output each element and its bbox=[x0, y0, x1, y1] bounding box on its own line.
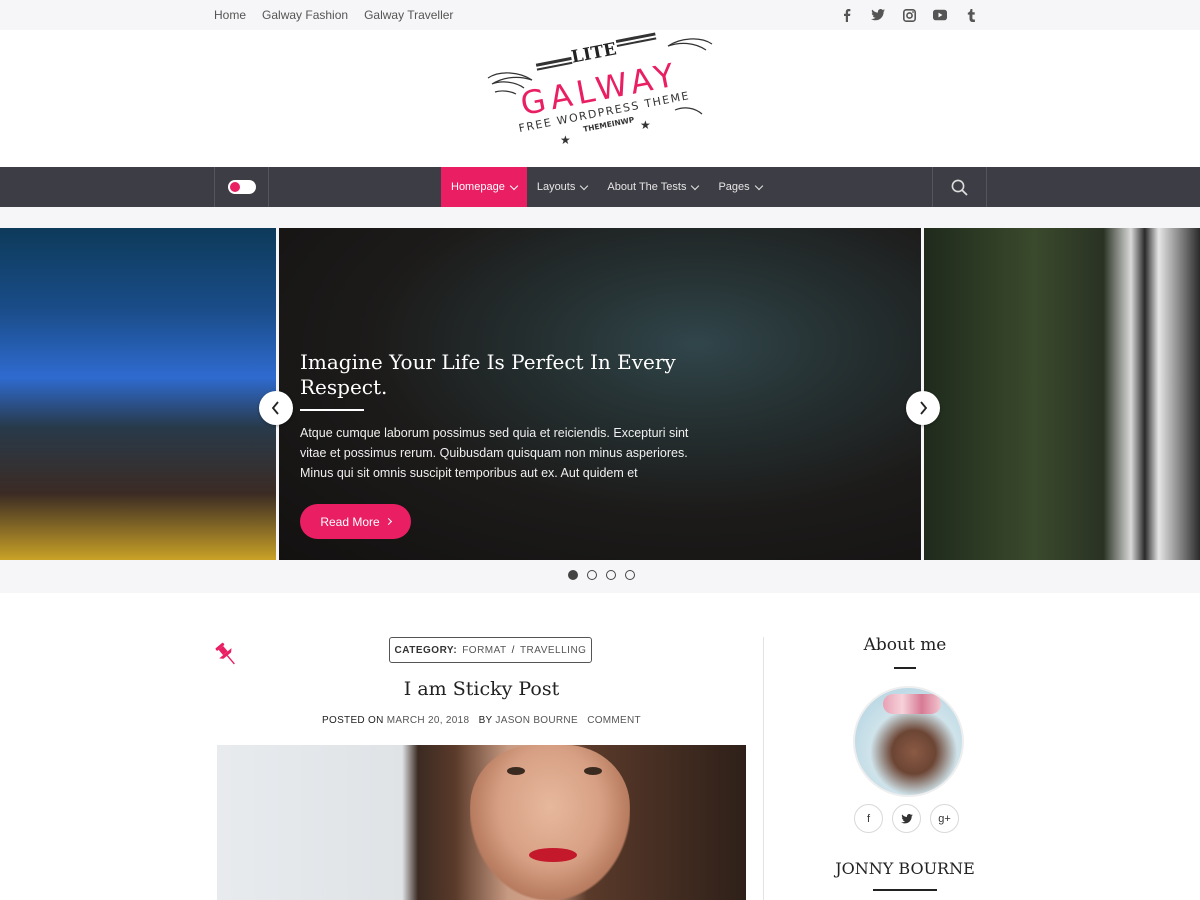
slide-image-previous[interactable] bbox=[0, 228, 276, 560]
nav-item-homepage[interactable]: Homepage bbox=[441, 167, 527, 207]
by-label: BY bbox=[478, 715, 493, 726]
post-date[interactable]: MARCH 20, 2018 bbox=[387, 715, 470, 726]
comment-link[interactable]: COMMENT bbox=[587, 715, 641, 726]
instagram-icon[interactable] bbox=[902, 8, 916, 22]
author-avatar bbox=[853, 686, 964, 797]
site-logo[interactable]: LITE GALWAY FREE WORDPRESS THEME THEMEIN… bbox=[480, 30, 720, 150]
read-more-label: Read More bbox=[320, 514, 380, 529]
twitter-icon[interactable] bbox=[892, 804, 921, 833]
toggle-switch[interactable] bbox=[227, 180, 256, 194]
logo-star-icon: ★ bbox=[560, 133, 571, 147]
slider-dot-2[interactable] bbox=[587, 570, 597, 580]
author-name-underline bbox=[873, 889, 937, 891]
read-more-button[interactable]: Read More bbox=[300, 504, 411, 539]
slide-title-underline bbox=[300, 409, 364, 411]
post-title[interactable]: I am Sticky Post bbox=[217, 678, 746, 700]
category-link-travelling[interactable]: TRAVELLING bbox=[520, 645, 587, 656]
top-bar: Home Galway Fashion Galway Traveller bbox=[0, 0, 1200, 30]
posted-on-label: POSTED ON bbox=[322, 715, 384, 726]
twitter-icon[interactable] bbox=[871, 8, 885, 22]
chevron-down-icon bbox=[691, 181, 700, 190]
nav-item-label: About The Tests bbox=[607, 181, 687, 193]
author-social-links: f g+ bbox=[854, 804, 959, 833]
chevron-down-icon bbox=[580, 181, 589, 190]
nav-item-pages[interactable]: Pages bbox=[708, 167, 771, 207]
youtube-icon[interactable] bbox=[933, 8, 947, 22]
nav-item-label: Layouts bbox=[536, 181, 576, 193]
slide-image-next[interactable] bbox=[924, 228, 1200, 560]
portrait-eye bbox=[507, 767, 525, 775]
post-featured-image[interactable] bbox=[217, 745, 746, 900]
logo-lite-text: LITE bbox=[570, 39, 619, 67]
facebook-glyph: f bbox=[866, 812, 871, 825]
category-label: CATEGORY: bbox=[394, 644, 458, 656]
nav-item-about-the-tests[interactable]: About The Tests bbox=[597, 167, 708, 207]
about-me-title: About me bbox=[863, 635, 947, 655]
main-navigation: Homepage Layouts About The Tests Pages bbox=[0, 167, 1200, 207]
author-name: JONNY BOURNE bbox=[835, 859, 975, 878]
post-author[interactable]: JASON BOURNE bbox=[495, 715, 578, 726]
slider-dots bbox=[568, 570, 635, 580]
logo-star-icon: ★ bbox=[640, 118, 651, 132]
nav-item-label: Pages bbox=[718, 181, 750, 193]
slide-excerpt: Atque cumque laborum possimus sed quia e… bbox=[300, 426, 689, 480]
post-category-box: CATEGORY: FORMAT / TRAVELLING bbox=[389, 637, 592, 663]
main-menu: Homepage Layouts About The Tests Pages bbox=[441, 167, 772, 207]
search-icon bbox=[951, 179, 968, 196]
night-mode-toggle[interactable] bbox=[214, 167, 269, 207]
top-menu-galway-fashion[interactable]: Galway Fashion bbox=[262, 8, 348, 22]
nav-item-layouts[interactable]: Layouts bbox=[527, 167, 598, 207]
slider-dot-4[interactable] bbox=[625, 570, 635, 580]
google-plus-icon[interactable]: g+ bbox=[930, 804, 959, 833]
search-button[interactable] bbox=[932, 167, 987, 207]
flower-crown bbox=[883, 694, 941, 714]
top-social-links bbox=[840, 0, 978, 30]
slider-dot-3[interactable] bbox=[606, 570, 616, 580]
top-menu-home[interactable]: Home bbox=[214, 8, 246, 22]
slide-title[interactable]: Imagine Your Life Is Perfect In Every Re… bbox=[300, 350, 680, 400]
category-link-format[interactable]: FORMAT bbox=[462, 645, 506, 656]
google-plus-glyph: g+ bbox=[938, 812, 951, 825]
content-sidebar-divider bbox=[763, 637, 764, 900]
chevron-down-icon bbox=[509, 181, 519, 190]
slide-current: Imagine Your Life Is Perfect In Every Re… bbox=[279, 228, 921, 560]
chevron-right-icon bbox=[384, 517, 392, 526]
about-me-underline bbox=[894, 667, 916, 669]
chevron-down-icon bbox=[754, 181, 763, 190]
chevron-left-icon bbox=[271, 401, 279, 415]
facebook-icon[interactable] bbox=[840, 8, 854, 22]
slider-next-button[interactable] bbox=[906, 391, 940, 425]
slider-dot-1[interactable] bbox=[568, 570, 578, 580]
post-meta: POSTED ON MARCH 20, 2018 BY JASON BOURNE… bbox=[217, 715, 746, 726]
category-separator: / bbox=[511, 644, 515, 656]
chevron-right-icon bbox=[920, 401, 928, 415]
portrait-lips bbox=[529, 848, 577, 862]
pushpin-icon bbox=[212, 640, 240, 668]
facebook-icon[interactable]: f bbox=[854, 804, 883, 833]
slider-prev-button[interactable] bbox=[259, 391, 293, 425]
tumblr-icon[interactable] bbox=[964, 8, 978, 22]
portrait-face bbox=[470, 745, 630, 900]
top-menu: Home Galway Fashion Galway Traveller bbox=[214, 0, 469, 30]
top-menu-galway-traveller[interactable]: Galway Traveller bbox=[364, 8, 453, 22]
nav-item-label: Homepage bbox=[451, 181, 505, 193]
portrait-eye bbox=[584, 767, 602, 775]
